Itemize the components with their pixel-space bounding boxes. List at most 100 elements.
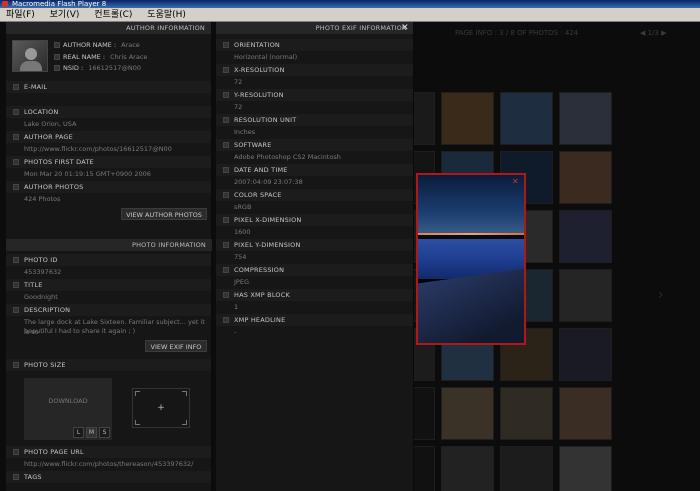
plus-icon: + (157, 403, 165, 413)
view-author-photos-button[interactable]: VIEW AUTHOR PHOTOS (121, 208, 207, 220)
real-name-line: REAL NAME : Chris Arace (54, 52, 147, 62)
size-l-button[interactable]: L (73, 427, 84, 438)
description-label: DESCRIPTION (24, 306, 71, 314)
author-name-value: Arace (121, 41, 140, 49)
gallery-pager[interactable]: ◀ 1/3 ▶ (640, 24, 666, 42)
photo-page-url-link[interactable]: http://www.flickr.com/photos/thereason/4… (24, 459, 193, 469)
checkbox-icon (13, 184, 19, 190)
menu-file[interactable]: 파일(F) (6, 10, 35, 20)
next-arrow-icon[interactable]: › (658, 287, 664, 303)
avatar-head-shape (25, 48, 37, 60)
gallery-thumbnail[interactable] (441, 387, 494, 440)
gallery-thumbnail[interactable] (559, 151, 612, 204)
menu-help[interactable]: 도움말(H) (147, 10, 186, 20)
exif-compression-row: COMPRESSION (216, 264, 413, 276)
corner-mark (182, 391, 187, 396)
photo-viewer[interactable] (416, 173, 526, 345)
exif-pixel-y-label: PIXEL Y-DIMENSION (234, 241, 301, 249)
exif-pixel-x-row: PIXEL X-DIMENSION (216, 214, 413, 226)
exif-x-resolution-value: 72 (234, 78, 243, 86)
gallery-thumbnail[interactable] (559, 210, 612, 263)
description-row: DESCRIPTION (6, 304, 211, 316)
tags-row: TAGS (6, 471, 211, 483)
photos-first-date-value: Mon Mar 20 01:19:15 GMT+0900 2006 (24, 170, 151, 178)
author-name-label: AUTHOR NAME : (63, 41, 117, 49)
menu-view[interactable]: 보기(V) (50, 10, 80, 20)
photos-first-date-label: PHOTOS FIRST DATE (24, 158, 94, 166)
checkbox-icon (223, 217, 229, 223)
exif-pixel-x-value: 1600 (234, 228, 251, 236)
gallery-thumbnail[interactable] (500, 446, 553, 491)
menu-control[interactable]: 컨트롤(C) (94, 10, 132, 20)
photo-info-header: PHOTO INFORMATION (6, 239, 212, 251)
checkbox-icon (223, 317, 229, 323)
gallery-thumbnail[interactable] (559, 446, 612, 491)
gallery-thumbnail[interactable] (500, 387, 553, 440)
exif-y-resolution-row: Y-RESOLUTION (216, 89, 413, 101)
exif-compression-label: COMPRESSION (234, 266, 285, 274)
gallery-thumbnail[interactable] (441, 446, 494, 491)
gallery-thumbnail[interactable] (500, 92, 553, 145)
photo-close-icon[interactable]: ✕ (512, 177, 519, 186)
view-exif-info-button[interactable]: VIEW EXIF INFO (145, 340, 207, 352)
exif-xmp-block-label: HAS XMP BLOCK (234, 291, 290, 299)
exif-color-space-label: COLOR SPACE (234, 191, 282, 199)
exif-resolution-unit-label: RESOLUTION UNIT (234, 116, 297, 124)
email-row: E-MAIL (6, 81, 211, 93)
download-label: DOWNLOAD (48, 397, 88, 405)
author-info-header: AUTHOR INFORMATION (6, 22, 211, 34)
exif-x-resolution-row: X-RESOLUTION (216, 64, 413, 76)
exif-date-time-value: 2007:04:09 23:07:38 (234, 178, 303, 186)
author-photos-row: AUTHOR PHOTOS (6, 181, 211, 193)
checkbox-icon (54, 65, 60, 71)
corner-mark (135, 391, 140, 396)
gallery-thumbnail[interactable] (559, 269, 612, 322)
flash-stage: PAGE INFO : 3 / 8 OF PHOTOS : 424 ◀ 1/3 … (0, 22, 700, 491)
photo-id-value: 453397632 (24, 268, 62, 276)
checkbox-icon (223, 267, 229, 273)
gallery-thumbnail[interactable] (559, 387, 612, 440)
size-s-button[interactable]: S (99, 427, 110, 438)
author-name-line: AUTHOR NAME : Arace (54, 40, 140, 50)
photo-id-label: PHOTO ID (24, 256, 58, 264)
author-page-row: AUTHOR PAGE (6, 131, 211, 143)
nsid-value: 16612517@N00 (88, 64, 141, 72)
exif-software-label: SOFTWARE (234, 141, 272, 149)
size-m-button[interactable]: M (86, 427, 97, 438)
menu-bar: 파일(F) 보기(V) 컨트롤(C) 도움말(H) (0, 8, 700, 22)
gallery-thumbnail[interactable] (441, 92, 494, 145)
checkbox-icon (223, 292, 229, 298)
preview-box[interactable]: + (132, 388, 190, 428)
exif-color-space-row: COLOR SPACE (216, 189, 413, 201)
flash-app-icon (2, 1, 8, 7)
close-icon[interactable]: ✕ (400, 22, 410, 34)
gallery-thumbnail[interactable] (559, 328, 612, 381)
exif-color-space-value: sRGB (234, 203, 252, 211)
gallery-thumbnail[interactable] (559, 92, 612, 145)
exif-orientation-value: Horizontal (normal) (234, 53, 298, 61)
checkbox-icon (223, 42, 229, 48)
description-line-2: beautiful I had to share it again ; ) (24, 327, 136, 335)
checkbox-icon (13, 257, 19, 263)
checkbox-icon (54, 42, 60, 48)
exif-xmp-headline-label: XMP HEADLINE (234, 316, 286, 324)
checkbox-icon (223, 92, 229, 98)
title-row: TITLE (6, 279, 211, 291)
location-label: LOCATION (24, 108, 59, 116)
info-panel: AUTHOR INFORMATION AUTHOR NAME : Arace R… (6, 22, 212, 491)
author-photos-value: 424 Photos (24, 195, 61, 203)
exif-pixel-x-label: PIXEL X-DIMENSION (234, 216, 302, 224)
exif-software-row: SOFTWARE (216, 139, 413, 151)
nsid-label: NSID : (63, 64, 84, 72)
exif-date-time-row: DATE AND TIME (216, 164, 413, 176)
title-label: TITLE (24, 281, 43, 289)
photo-id-row: PHOTO ID (6, 254, 211, 266)
exif-orientation-row: ORIENTATION (216, 39, 413, 51)
photo-page-url-row: PHOTO PAGE URL (6, 446, 211, 458)
author-page-link[interactable]: http://www.flickr.com/photos/16612517@N0… (24, 144, 172, 154)
author-photos-label: AUTHOR PHOTOS (24, 183, 84, 191)
email-label: E-MAIL (24, 83, 48, 91)
real-name-value: Chris Arace (110, 53, 148, 61)
photo-sky (418, 175, 524, 235)
exif-resolution-unit-value: Inches (234, 128, 256, 136)
